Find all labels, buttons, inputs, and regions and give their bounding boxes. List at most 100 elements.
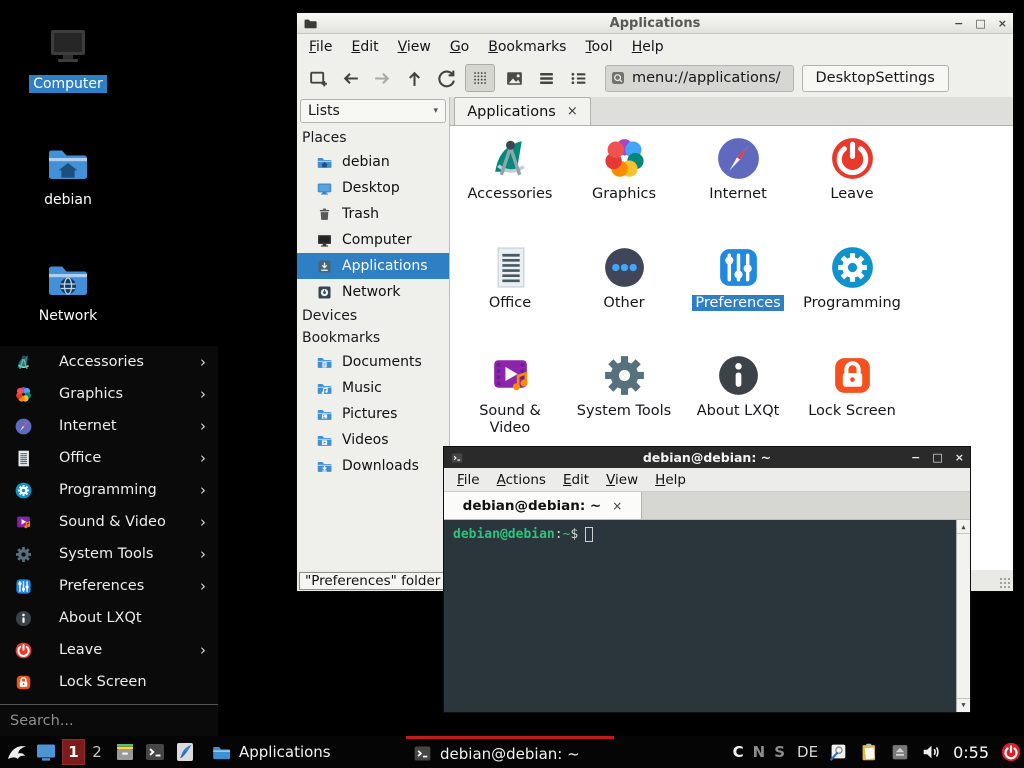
menu-item-accessories[interactable]: Accessories › [0,346,218,378]
leave-icon [828,134,877,183]
fm-titlebar[interactable]: Applications − □ × [297,13,1013,34]
app-item-preferences[interactable]: Preferences [685,243,791,312]
detailed-list-button[interactable] [533,65,559,91]
terminal-scrollbar[interactable]: ▲ ▼ [956,520,970,712]
close-button[interactable]: × [955,451,964,464]
file-manager-launcher[interactable] [113,736,137,768]
terminal-screen[interactable]: debian@debian:~$ ▲ ▼ [444,520,970,712]
menu-help[interactable]: Help [655,472,686,488]
menu-item-sound-video[interactable]: Sound & Video › [0,506,218,538]
task-button-applications[interactable]: Applications [205,736,337,768]
thumbnail-view-button[interactable] [501,65,527,91]
minimize-button[interactable]: − [954,17,963,30]
clipboard-icon[interactable] [858,741,880,763]
menu-edit[interactable]: Edit [351,39,378,55]
app-item-about-lxqt[interactable]: About LXQt [685,351,791,420]
screenshot-tool-icon[interactable] [827,741,849,763]
menu-bookmarks[interactable]: Bookmarks [488,39,566,55]
submenu-chevron-icon: › [200,481,206,499]
task-button-terminal[interactable]: debian@debian: ~ [406,736,614,768]
keyboard-layout-indicator[interactable]: DE [797,743,818,761]
sidebar-item-network[interactable]: Network [297,279,449,305]
sidebar-item-documents[interactable]: Documents [297,349,449,375]
menu-item-preferences[interactable]: Preferences › [0,570,218,602]
app-item-office[interactable]: Office [457,243,563,312]
menu-go[interactable]: Go [450,39,469,55]
window-title: debian@debian: ~ [444,450,970,465]
menu-item-about-lxqt[interactable]: About LXQt [0,602,218,634]
menu-edit[interactable]: Edit [563,472,589,488]
sidebar-item-pictures[interactable]: Pictures [297,401,449,427]
app-item-graphics[interactable]: Graphics [571,134,677,203]
sidebar-mode-select[interactable]: Lists ▾ [300,99,446,123]
menu-item-office[interactable]: Office › [0,442,218,474]
menu-tool[interactable]: Tool [585,39,612,55]
sidebar-item-downloads[interactable]: Downloads [297,453,449,479]
close-button[interactable]: × [998,17,1007,30]
desktop-icon-debian[interactable]: debian [20,140,116,209]
maximize-button[interactable]: □ [975,17,985,30]
app-item-programming[interactable]: Programming [799,243,905,312]
workspace-2-button[interactable]: 2 [89,736,105,768]
menu-search-input[interactable] [0,705,218,736]
sidebar-item-computer[interactable]: Computer [297,227,449,253]
text-editor-launcher[interactable] [173,736,197,768]
app-item-accessories[interactable]: Accessories [457,134,563,203]
app-item-system-tools[interactable]: System Tools [571,351,677,420]
path-button-desktopsettings[interactable]: DesktopSettings [802,65,949,92]
volume-icon[interactable] [920,741,942,763]
new-tab-button[interactable] [305,65,331,91]
tab-close-icon[interactable]: × [567,104,578,119]
show-desktop-button[interactable] [34,736,58,768]
menu-item-graphics[interactable]: Graphics › [0,378,218,410]
start-menu-button[interactable] [5,736,29,768]
sidebar-item-applications[interactable]: Applications [297,253,449,279]
compact-view-button[interactable] [565,65,591,91]
reload-button[interactable] [433,65,459,91]
app-item-lock-screen[interactable]: Lock Screen [799,351,905,420]
menu-item-programming[interactable]: Programming › [0,474,218,506]
forward-button[interactable] [369,65,395,91]
leave-icon [14,641,33,660]
app-item-other[interactable]: Other [571,243,677,312]
clock[interactable]: 0:55 [953,743,989,762]
minimize-button[interactable]: − [911,451,920,464]
app-item-internet[interactable]: Internet [685,134,791,203]
tab-close-icon[interactable]: × [612,499,622,513]
terminal-tabbar: debian@debian: ~ × [444,492,970,520]
terminal-launcher[interactable] [143,736,167,768]
back-button[interactable] [337,65,363,91]
sidebar-item-videos[interactable]: Videos [297,427,449,453]
sidebar-item-music[interactable]: Music [297,375,449,401]
sidebar-item-trash[interactable]: Trash [297,201,449,227]
menu-actions[interactable]: Actions [497,472,546,488]
power-button-icon[interactable] [1000,741,1022,763]
menu-item-leave[interactable]: Leave › [0,634,218,666]
workspace-1-button[interactable]: 1 [62,739,85,765]
menu-item-internet[interactable]: Internet › [0,410,218,442]
menu-file[interactable]: File [457,472,480,488]
scroll-up-icon[interactable]: ▲ [957,521,970,534]
app-item-leave[interactable]: Leave [799,134,905,203]
icon-view-button[interactable] [465,64,495,92]
resize-grip[interactable] [999,577,1011,589]
menu-item-system-tools[interactable]: System Tools › [0,538,218,570]
eject-removable-media-icon[interactable] [889,741,911,763]
desktop-icon-computer[interactable]: Computer [20,24,116,93]
menu-item-lock-screen[interactable]: Lock Screen [0,666,218,698]
app-item-sound-video[interactable]: Sound & Video [457,351,563,438]
terminal-tab[interactable]: debian@debian: ~ × [444,492,642,519]
sidebar-item-desktop[interactable]: Desktop [297,175,449,201]
terminal-titlebar[interactable]: debian@debian: ~ − □ × [444,447,970,468]
sidebar-item-debian[interactable]: debian [297,149,449,175]
menu-help[interactable]: Help [632,39,664,55]
menu-view[interactable]: View [606,472,638,488]
address-bar[interactable]: menu://applications/ [605,65,794,92]
tab-applications[interactable]: Applications × [454,97,591,125]
up-button[interactable] [401,65,427,91]
desktop-icon-network[interactable]: Network [20,256,116,325]
maximize-button[interactable]: □ [932,451,942,464]
menu-file[interactable]: File [309,39,332,55]
menu-view[interactable]: View [398,39,431,55]
scroll-down-icon[interactable]: ▼ [957,698,970,711]
